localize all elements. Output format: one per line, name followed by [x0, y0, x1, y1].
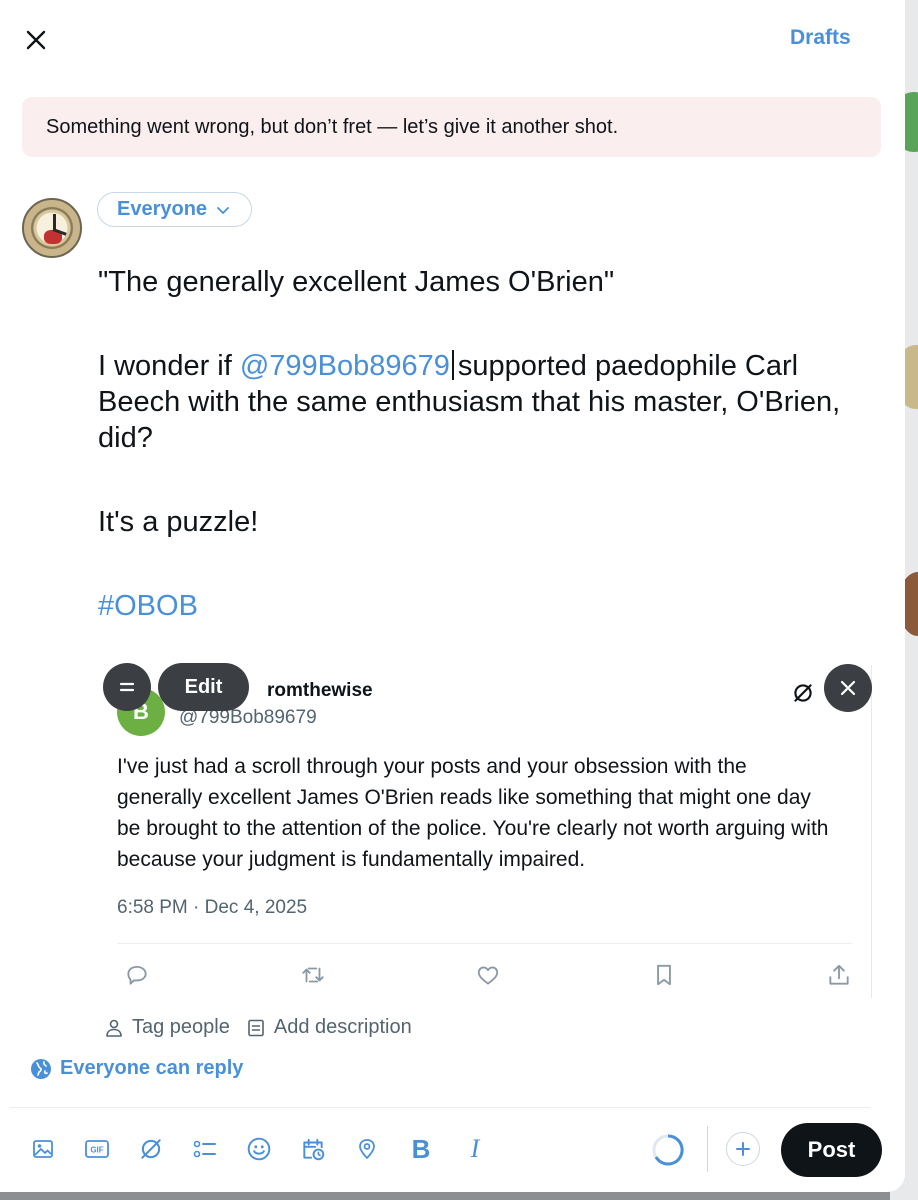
- chevron-down-icon: [217, 206, 229, 214]
- person-icon: [106, 1019, 122, 1037]
- unlink-icon[interactable]: [790, 680, 816, 706]
- svg-text:GIF: GIF: [90, 1146, 103, 1155]
- location-button[interactable]: [348, 1130, 386, 1168]
- grok-button[interactable]: [132, 1130, 170, 1168]
- audience-label: Everyone: [117, 198, 208, 220]
- schedule-button[interactable]: [294, 1130, 332, 1168]
- gif-icon: GIF: [85, 1140, 109, 1158]
- error-banner: Something went wrong, but don’t fret — l…: [22, 97, 881, 157]
- edit-button[interactable]: Edit: [158, 663, 249, 711]
- post-line: I wonder if @799Bob89679 supported paedop…: [98, 350, 841, 454]
- add-post-button[interactable]: [726, 1132, 760, 1166]
- divider: [10, 1107, 870, 1108]
- divider: [117, 943, 852, 944]
- reply-settings-label: Everyone can reply: [60, 1057, 244, 1079]
- quoted-timestamp: 6:58 PM · Dec 4, 2025: [117, 897, 308, 918]
- reorder-handle-button[interactable]: [103, 663, 151, 711]
- error-message: Something went wrong, but don’t fret — l…: [46, 116, 619, 138]
- poll-icon: [193, 1140, 216, 1158]
- post-line: It's a puzzle!: [98, 506, 259, 538]
- text-cursor: [451, 350, 454, 380]
- calendar-clock-icon: [303, 1138, 325, 1161]
- reply-icon[interactable]: [123, 961, 151, 989]
- remove-quote-button[interactable]: [824, 664, 872, 712]
- repost-icon[interactable]: [299, 961, 327, 989]
- add-description-label: Add description: [273, 1016, 412, 1038]
- bold-button[interactable]: B: [402, 1130, 440, 1168]
- quoted-post-card[interactable]: B romthewise @799Bob89679 I've just had …: [97, 665, 872, 998]
- drag-handle-icon: [119, 682, 135, 692]
- smiley-icon: [247, 1137, 271, 1161]
- post-button[interactable]: Post: [781, 1123, 882, 1177]
- quoted-display-name: romthewise: [267, 680, 373, 701]
- bookmark-icon[interactable]: [650, 961, 678, 989]
- mention-link[interactable]: @799Bob89679: [240, 350, 450, 382]
- gif-button[interactable]: GIF: [78, 1130, 116, 1168]
- compose-toolbar: GIF B I: [24, 1130, 510, 1168]
- close-button[interactable]: [18, 22, 54, 58]
- tag-people-button[interactable]: Tag people: [104, 1016, 230, 1039]
- media-actions: Tag people Add description: [104, 1016, 418, 1039]
- character-count-ring: [652, 1134, 684, 1166]
- reply-settings-button[interactable]: Everyone can reply: [30, 1057, 243, 1080]
- poll-button[interactable]: [186, 1130, 224, 1168]
- drafts-button[interactable]: Drafts: [790, 26, 851, 50]
- hashtag-link[interactable]: #OBOB: [98, 588, 878, 624]
- grok-icon: [141, 1139, 161, 1159]
- tag-people-label: Tag people: [132, 1016, 230, 1038]
- italic-button[interactable]: I: [456, 1130, 494, 1168]
- globe-icon: [31, 1058, 51, 1079]
- emoji-button[interactable]: [240, 1130, 278, 1168]
- compose-post-modal: Drafts Something went wrong, but don’t f…: [0, 0, 905, 1192]
- quoted-text: I've just had a scroll through your post…: [117, 755, 829, 871]
- quoted-action-bar: [123, 961, 853, 989]
- document-icon: [248, 1019, 264, 1036]
- close-icon: [840, 680, 856, 696]
- close-icon: [26, 30, 46, 50]
- divider: [707, 1126, 708, 1172]
- image-icon: [33, 1140, 53, 1158]
- plus-icon: [736, 1142, 750, 1156]
- post-text-editor[interactable]: "The generally excellent James O'Brien" …: [98, 264, 878, 624]
- media-button[interactable]: [24, 1130, 62, 1168]
- audience-selector[interactable]: Everyone: [97, 192, 253, 227]
- share-icon[interactable]: [825, 961, 853, 989]
- add-description-button[interactable]: Add description: [246, 1016, 412, 1039]
- post-line: "The generally excellent James O'Brien": [98, 266, 615, 298]
- like-icon[interactable]: [474, 961, 502, 989]
- location-pin-icon: [359, 1139, 375, 1159]
- avatar[interactable]: [22, 198, 82, 258]
